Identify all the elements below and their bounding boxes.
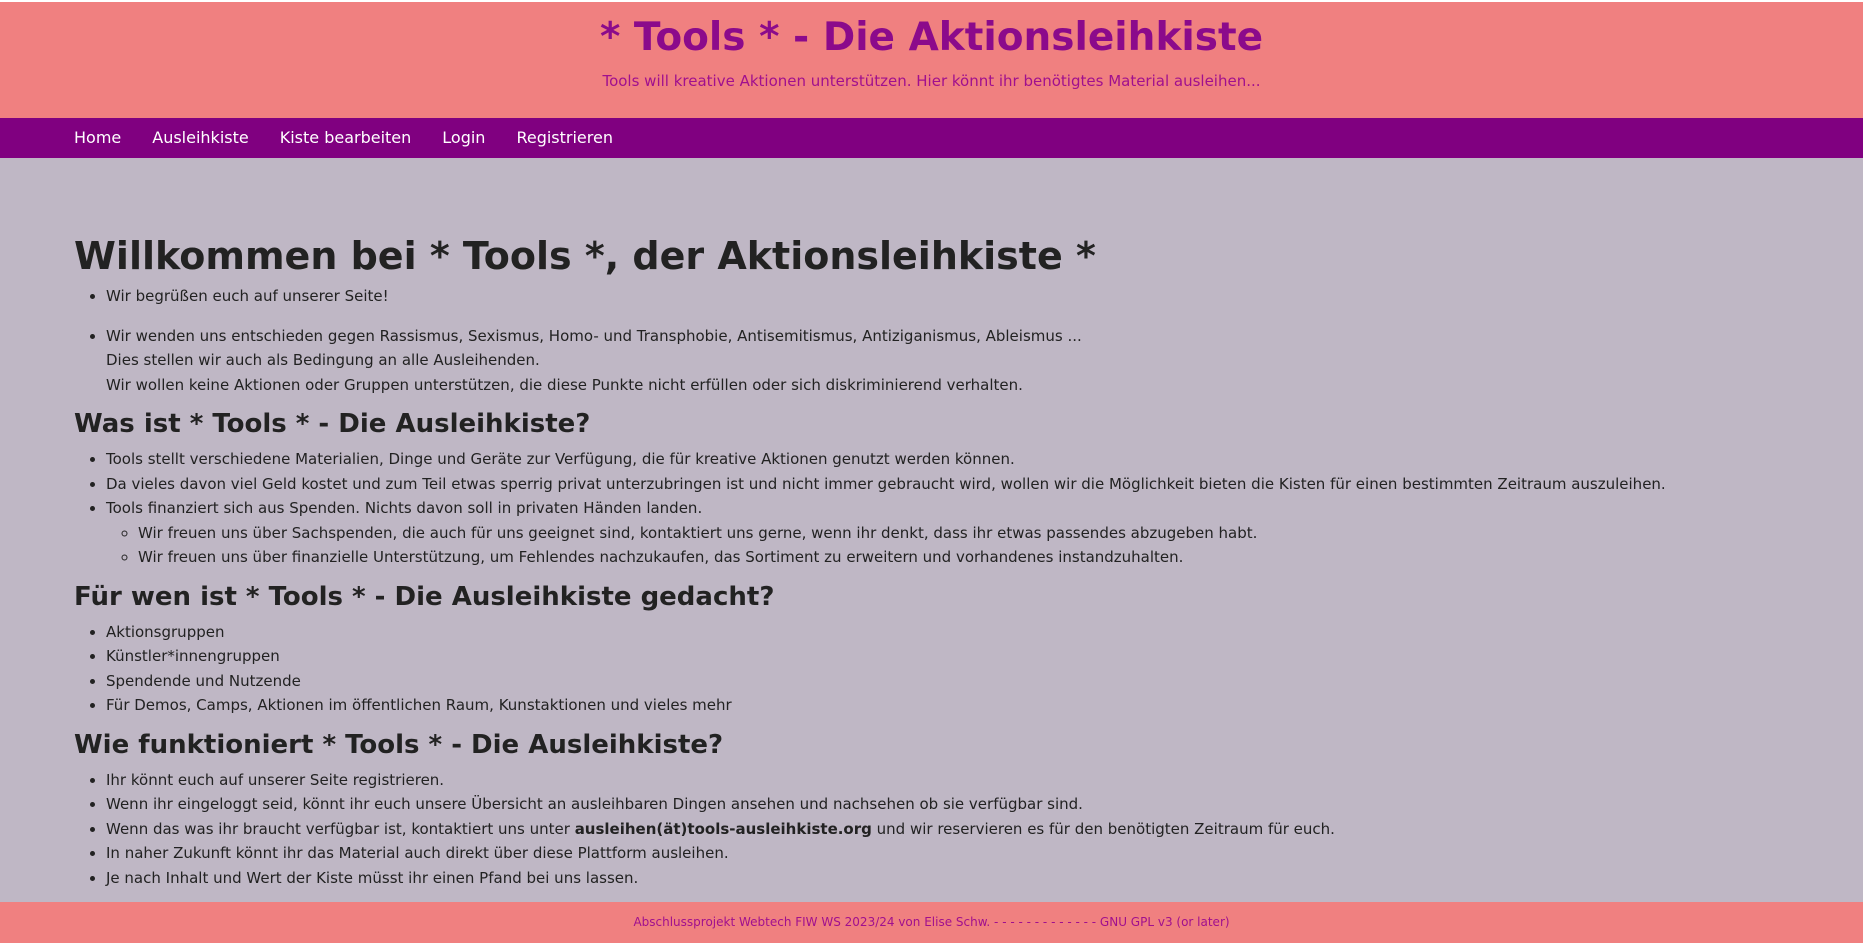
who-list: Aktionsgruppen Künstler*innengruppen Spe… bbox=[74, 620, 1794, 718]
list-item: Künstler*innengruppen bbox=[106, 644, 1794, 669]
list-item: Je nach Inhalt und Wert der Kiste müsst … bbox=[106, 866, 1794, 891]
nav-list: Home Ausleihkiste Kiste bearbeiten Login… bbox=[74, 118, 644, 158]
list-item: Aktionsgruppen bbox=[106, 620, 1794, 645]
intro-statement-line: Wir wenden uns entschieden gegen Rassism… bbox=[106, 326, 1082, 345]
list-item: Für Demos, Camps, Aktionen im öffentlich… bbox=[106, 693, 1794, 718]
list-item: Wenn das was ihr braucht verfügbar ist, … bbox=[106, 817, 1794, 842]
list-item-text: und wir reservieren es für den benötigte… bbox=[871, 819, 1335, 838]
contact-email: ausleihen(ät)tools-ausleihkiste.org bbox=[574, 819, 872, 838]
site-tagline: Tools will kreative Aktionen unterstütze… bbox=[602, 72, 1261, 90]
list-item: Spendende und Nutzende bbox=[106, 669, 1794, 694]
section-heading-how: Wie funktioniert * Tools * - Die Ausleih… bbox=[74, 729, 724, 760]
intro-statement-line: Dies stellen wir auch als Bedingung an a… bbox=[106, 351, 540, 369]
list-item: Wir begrüßen euch auf unserer Seite! bbox=[106, 284, 1794, 309]
sub-list-item: Wir freuen uns über finanzielle Unterstü… bbox=[138, 545, 1794, 570]
list-item: Wir wenden uns entschieden gegen Rassism… bbox=[106, 324, 1794, 398]
nav-item-kiste-bearbeiten[interactable]: Kiste bearbeiten bbox=[280, 118, 412, 158]
main-content: Willkommen bei * Tools *, der Aktionslei… bbox=[74, 232, 1794, 890]
list-item-text: Wenn das was ihr braucht verfügbar ist, … bbox=[106, 819, 575, 838]
main-nav: Home Ausleihkiste Kiste bearbeiten Login… bbox=[0, 118, 1863, 158]
page-frame: * Tools * - Die Aktionsleihkiste Tools w… bbox=[0, 2, 1863, 943]
list-item: Tools finanziert sich aus Spenden. Nicht… bbox=[106, 496, 1794, 570]
donation-sublist: Wir freuen uns über Sachspenden, die auc… bbox=[106, 521, 1794, 570]
list-item: Ihr könnt euch auf unserer Seite registr… bbox=[106, 768, 1794, 793]
section-heading-who: Für wen ist * Tools * - Die Ausleihkiste… bbox=[74, 581, 775, 612]
list-item: Tools stellt verschiedene Materialien, D… bbox=[106, 447, 1794, 472]
list-item: Wenn ihr eingeloggt seid, könnt ihr euch… bbox=[106, 792, 1794, 817]
how-list: Ihr könnt euch auf unserer Seite registr… bbox=[74, 768, 1794, 891]
list-item-text: Tools finanziert sich aus Spenden. Nicht… bbox=[106, 499, 703, 517]
sub-list-item: Wir freuen uns über Sachspenden, die auc… bbox=[138, 521, 1794, 546]
nav-item-home[interactable]: Home bbox=[74, 118, 121, 158]
what-list: Tools stellt verschiedene Materialien, D… bbox=[74, 447, 1794, 570]
page-title: Willkommen bei * Tools *, der Aktionslei… bbox=[74, 234, 1096, 278]
nav-item-login[interactable]: Login bbox=[442, 118, 485, 158]
nav-item-registrieren[interactable]: Registrieren bbox=[516, 118, 613, 158]
site-title: * Tools * - Die Aktionsleihkiste bbox=[599, 15, 1264, 60]
site-footer: Abschlussprojekt Webtech FIW WS 2023/24 … bbox=[0, 902, 1863, 943]
footer-text: Abschlussprojekt Webtech FIW WS 2023/24 … bbox=[633, 915, 1230, 929]
section-heading-what: Was ist * Tools * - Die Ausleihkiste? bbox=[74, 409, 591, 439]
site-header: * Tools * - Die Aktionsleihkiste Tools w… bbox=[0, 2, 1863, 118]
nav-item-ausleihkiste[interactable]: Ausleihkiste bbox=[152, 118, 248, 158]
list-item: Da vieles davon viel Geld kostet und zum… bbox=[106, 472, 1794, 497]
intro-statement-line: Wir wollen keine Aktionen oder Gruppen u… bbox=[106, 375, 1023, 394]
intro-list: Wir begrüßen euch auf unserer Seite! Wir… bbox=[74, 284, 1794, 397]
list-item: In naher Zukunft könnt ihr das Material … bbox=[106, 841, 1794, 866]
